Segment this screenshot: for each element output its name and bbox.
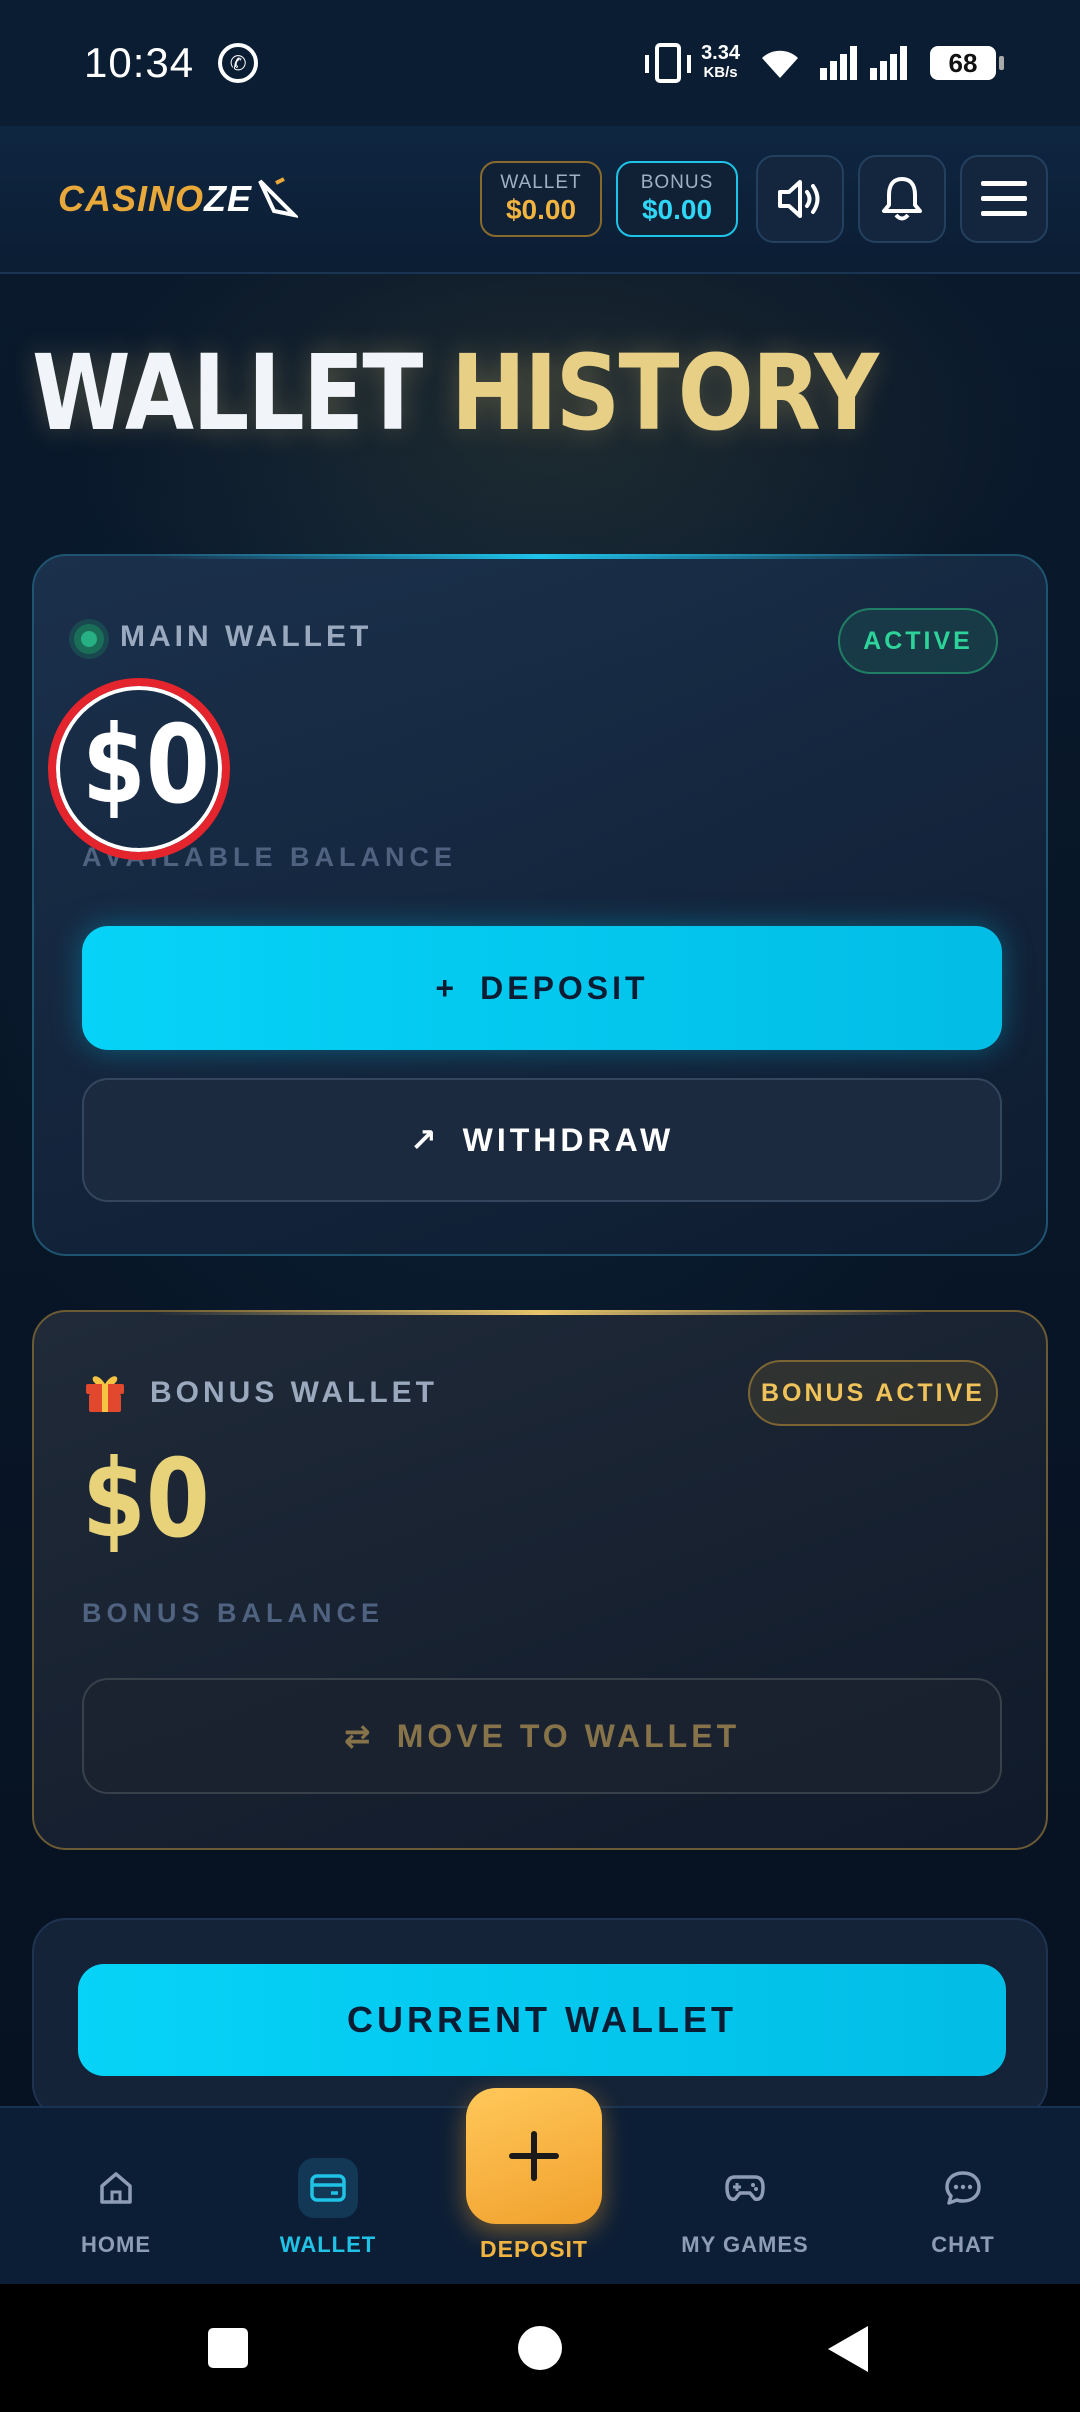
bonus-wallet-balance: $0	[82, 1437, 210, 1562]
signal-icon	[820, 46, 910, 80]
page-title: WALLET HISTORY	[32, 338, 879, 448]
nav-deposit-fab[interactable]	[466, 2088, 602, 2224]
wallet-icon	[298, 2158, 358, 2218]
nav-home[interactable]: HOME	[36, 2158, 196, 2258]
wallet-pill-label: WALLET	[500, 172, 582, 193]
deposit-button[interactable]: + DEPOSIT	[82, 926, 1002, 1050]
current-wallet-label: CURRENT WALLET	[347, 1999, 737, 2040]
wallet-pill-value: $0.00	[505, 194, 577, 225]
card-accent-line	[154, 1310, 926, 1315]
network-speed-value: 3.34	[701, 42, 740, 64]
back-button[interactable]	[828, 2326, 868, 2372]
wallet-balance-pill[interactable]: WALLET $0.00	[480, 161, 602, 237]
withdraw-button[interactable]: ↗ WITHDRAW	[82, 1078, 1002, 1202]
nav-deposit-label: DEPOSIT	[480, 2236, 588, 2262]
nav-home-label: HOME	[81, 2232, 151, 2257]
bonus-balance-caption: BONUS BALANCE	[82, 1598, 385, 1628]
chat-icon	[933, 2158, 993, 2218]
current-wallet-button[interactable]: CURRENT WALLET	[78, 1964, 1006, 2076]
swap-icon: ⇄	[343, 1718, 375, 1754]
sound-icon	[778, 180, 820, 218]
wifi-icon	[760, 46, 800, 80]
home-icon	[86, 2158, 146, 2218]
move-to-wallet-button[interactable]: ⇄ MOVE TO WALLET	[82, 1678, 1002, 1794]
bonus-pill-value: $0.00	[641, 194, 713, 225]
home-button[interactable]	[518, 2326, 562, 2370]
nav-wallet-label: WALLET	[279, 2232, 377, 2257]
app-header: CASINO ZE WALLET $0.00 BONUS $0.00	[0, 126, 1080, 274]
plus-icon	[509, 2131, 559, 2181]
bonus-balance-pill[interactable]: BONUS $0.00	[616, 161, 738, 237]
logo-text-a: CASINO	[58, 178, 205, 219]
nav-chat-label: CHAT	[931, 2232, 995, 2257]
system-navigation-bar	[0, 2284, 1080, 2412]
whatsapp-icon: ✆	[218, 43, 259, 83]
logo-text-b: ZE	[204, 178, 253, 219]
nav-chat[interactable]: CHAT	[883, 2158, 1043, 2258]
menu-button[interactable]	[960, 155, 1048, 243]
bonus-wallet-label: BONUS WALLET	[150, 1376, 438, 1409]
nav-my-games-label: MY GAMES	[681, 2232, 809, 2257]
casinoze-logo[interactable]: CASINO ZE	[58, 175, 299, 223]
nav-wallet[interactable]: WALLET	[248, 2158, 408, 2258]
bonus-active-badge: BONUS ACTIVE	[748, 1360, 998, 1426]
logo-mark-icon	[258, 177, 299, 218]
main-wallet-card: MAIN WALLET ACTIVE $0 AVAILABLE BALANCE …	[32, 554, 1048, 1256]
plus-icon: +	[435, 969, 459, 1006]
menu-icon	[981, 181, 1027, 216]
network-speed-unit: KB/s	[703, 64, 738, 81]
nav-my-games[interactable]: MY GAMES	[665, 2158, 825, 2258]
bonus-wallet-card: BONUS WALLET BONUS ACTIVE $0 BONUS BALAN…	[32, 1310, 1048, 1850]
status-dot-icon	[74, 624, 104, 654]
recents-button[interactable]	[208, 2328, 248, 2368]
bell-icon	[882, 177, 922, 221]
deposit-button-label: DEPOSIT	[480, 969, 649, 1006]
bonus-pill-label: BONUS	[640, 172, 714, 193]
page-title-b: HISTORY	[451, 332, 879, 454]
vibrate-icon	[645, 43, 692, 83]
card-accent-line	[154, 554, 926, 559]
battery-indicator: 68	[930, 46, 1004, 80]
page-title-a: WALLET	[32, 332, 423, 454]
status-bar: 10:34 ✆ 3.34 KB/s 68	[0, 0, 1080, 126]
notifications-button[interactable]	[858, 155, 946, 243]
gamepad-icon	[715, 2158, 775, 2218]
main-wallet-label: MAIN WALLET	[120, 620, 373, 653]
withdraw-button-label: WITHDRAW	[462, 1121, 675, 1158]
status-time: 10:34	[84, 39, 195, 86]
move-to-wallet-label: MOVE TO WALLET	[396, 1717, 741, 1754]
gift-icon	[86, 1376, 124, 1412]
sound-button[interactable]	[756, 155, 844, 243]
arrow-up-right-icon: ↗	[409, 1122, 441, 1158]
tap-indicator-ring	[48, 678, 230, 860]
active-status-badge: ACTIVE	[838, 608, 998, 674]
network-speed: 3.34 KB/s	[701, 43, 740, 83]
